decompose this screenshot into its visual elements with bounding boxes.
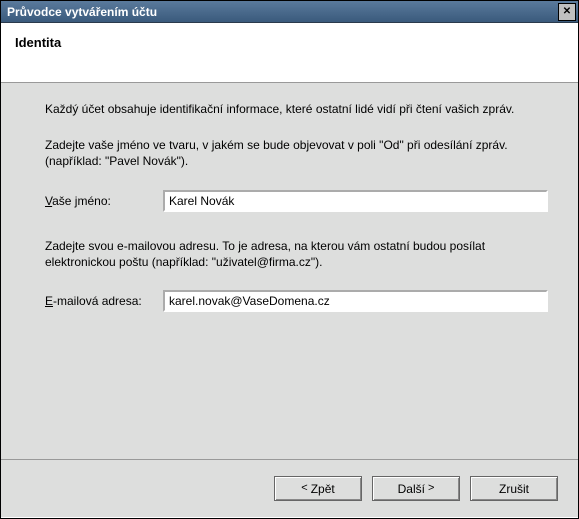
wizard-header: Identita — [1, 23, 578, 83]
next-button[interactable]: Další > — [372, 476, 460, 501]
back-button[interactable]: < Zpět — [274, 476, 362, 501]
chevron-left-icon: < — [301, 483, 307, 494]
name-field-row: Vaše jméno: — [45, 190, 548, 212]
cancel-button[interactable]: Zrušit — [470, 476, 558, 501]
close-icon: ✕ — [563, 1, 571, 23]
close-button[interactable]: ✕ — [558, 3, 576, 21]
intro-text: Každý účet obsahuje identifikační inform… — [45, 101, 548, 117]
name-input[interactable] — [163, 190, 548, 212]
email-help-text: Zadejte svou e-mailovou adresu. To je ad… — [45, 238, 548, 270]
chevron-right-icon: > — [428, 483, 434, 494]
email-input[interactable] — [163, 290, 548, 312]
name-help-text: Zadejte vaše jméno ve tvaru, v jakém se … — [45, 137, 548, 169]
wizard-content: Každý účet obsahuje identifikační inform… — [1, 83, 578, 459]
window-title: Průvodce vytvářením účtu — [7, 1, 157, 23]
email-field-row: E-mailová adresa: — [45, 290, 548, 312]
titlebar: Průvodce vytvářením účtu ✕ — [1, 1, 578, 23]
wizard-footer: < Zpět Další > Zrušit — [1, 459, 578, 517]
email-label: E-mailová adresa: — [45, 294, 163, 308]
name-label: Vaše jméno: — [45, 194, 163, 208]
page-title: Identita — [15, 35, 564, 50]
